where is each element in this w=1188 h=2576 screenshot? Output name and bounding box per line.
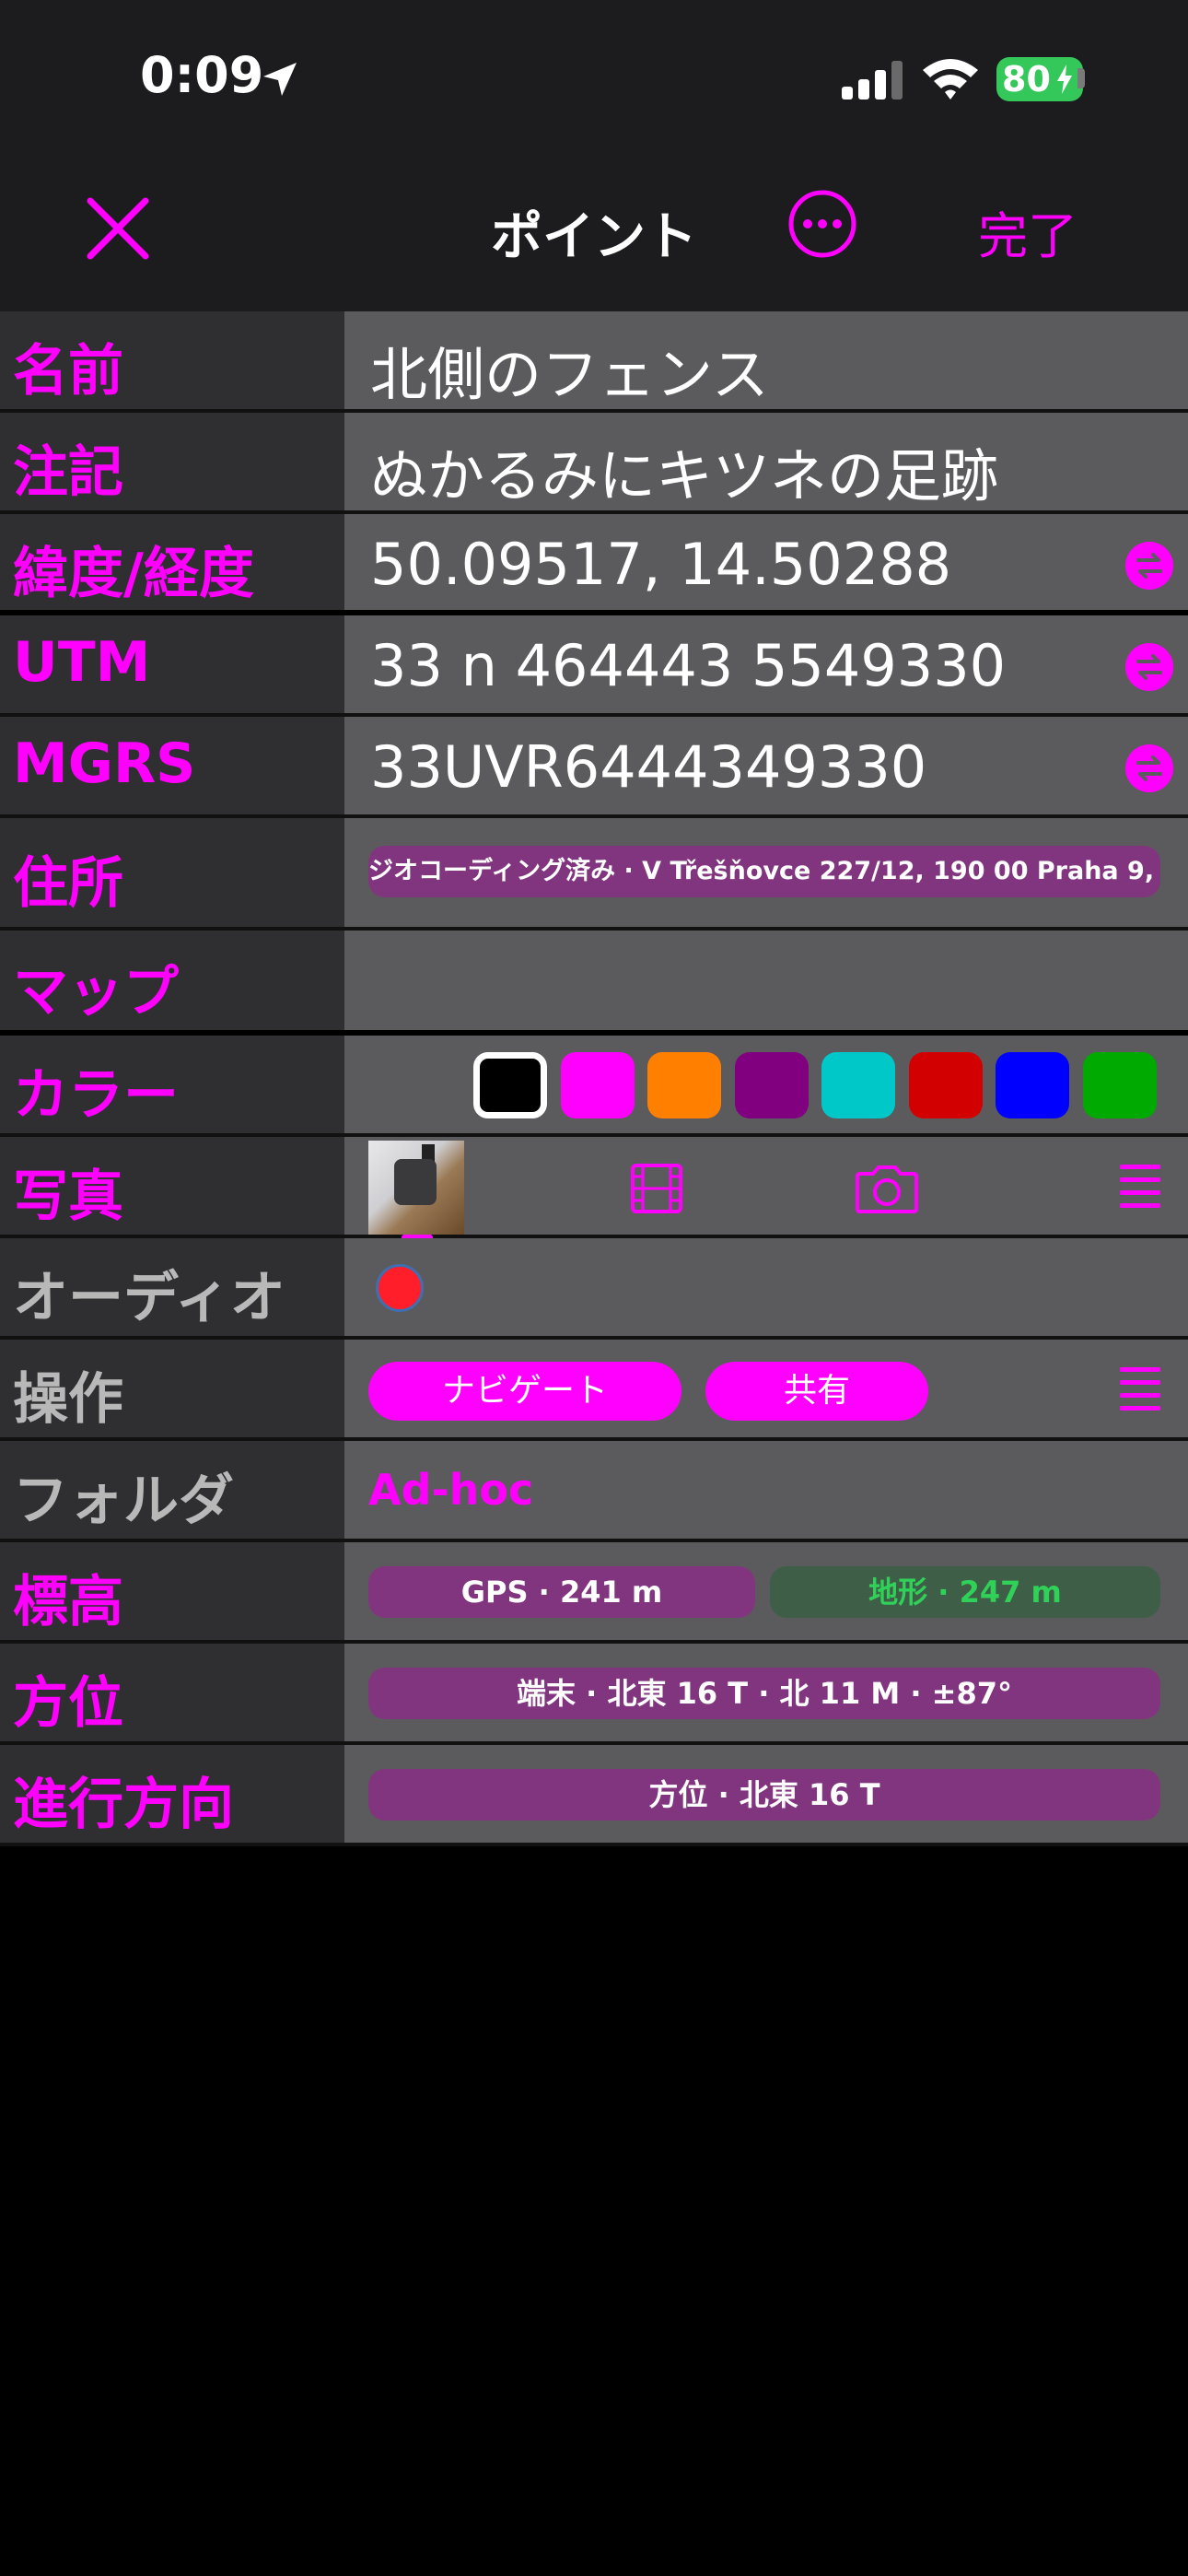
- name-label: 名前: [13, 339, 123, 404]
- actions-label: 操作: [13, 1367, 123, 1432]
- point-detail-table: 名前 北側のフェンス 注記 ぬかるみにキツネの足跡 緯度/経度 50.09517…: [0, 311, 1188, 1846]
- map-label: マップ: [13, 960, 179, 1025]
- latlon-value: 50.09517, 14.50288: [370, 531, 952, 598]
- more-options-icon[interactable]: [786, 188, 858, 260]
- battery-cap: [1077, 68, 1085, 88]
- latlon-label: 緯度/経度: [13, 542, 254, 606]
- utm-value: 33 n 464443 5549330: [370, 632, 1007, 699]
- address-label: 住所: [13, 851, 123, 916]
- note-label: 注記: [13, 440, 123, 505]
- name-field[interactable]: 北側のフェンス: [344, 311, 1188, 409]
- heading-pill[interactable]: 方位 · 北東 16 T: [368, 1769, 1160, 1821]
- convert-arrows-icon[interactable]: [1125, 744, 1173, 792]
- row-photo: 写真: [0, 1137, 1188, 1240]
- mgrs-field[interactable]: 33UVR6444349330: [344, 717, 1188, 814]
- navigate-button[interactable]: ナビゲート: [368, 1362, 681, 1421]
- row-latlon: 緯度/経度 50.09517, 14.50288: [0, 514, 1188, 615]
- color-swatch[interactable]: [473, 1052, 547, 1118]
- battery-level: 80: [1002, 59, 1051, 100]
- color-swatch[interactable]: [560, 1052, 635, 1118]
- folder-field[interactable]: Ad-hoc: [344, 1441, 1188, 1539]
- row-elevation: 標高 GPS · 241 m 地形 · 247 m: [0, 1542, 1188, 1644]
- audio-label: オーディオ: [13, 1266, 285, 1330]
- wifi-icon: [923, 59, 978, 100]
- elevation-label: 標高: [13, 1570, 123, 1634]
- folder-value: Ad-hoc: [368, 1465, 534, 1515]
- name-value: 北側のフェンス: [370, 341, 769, 408]
- row-note: 注記 ぬかるみにキツネの足跡: [0, 413, 1188, 514]
- folder-label: フォルダ: [13, 1469, 234, 1533]
- convert-arrows-icon[interactable]: [1125, 643, 1173, 691]
- actions-menu-icon[interactable]: [1120, 1365, 1160, 1413]
- color-swatch[interactable]: [908, 1052, 983, 1118]
- charging-bolt-icon: [1057, 64, 1072, 94]
- row-address: 住所 ジオコーディング済み · V Třešňovce 227/12, 190 …: [0, 818, 1188, 931]
- camera-icon[interactable]: [855, 1165, 919, 1214]
- mgrs-label: MGRS: [13, 732, 196, 796]
- note-value: ぬかるみにキツネの足跡: [370, 442, 999, 509]
- row-color: カラー: [0, 1036, 1188, 1137]
- row-name: 名前 北側のフェンス: [0, 311, 1188, 413]
- record-button[interactable]: [376, 1264, 424, 1312]
- address-pill[interactable]: ジオコーディング済み · V Třešňovce 227/12, 190 00 …: [368, 846, 1160, 897]
- navigation-bar: ポイント 完了: [0, 157, 1188, 311]
- row-folder: フォルダ Ad-hoc: [0, 1441, 1188, 1542]
- bearing-pill[interactable]: 端末 · 北東 16 T · 北 11 M · ±87°: [368, 1668, 1160, 1719]
- color-swatch[interactable]: [734, 1052, 809, 1118]
- map-field[interactable]: [344, 931, 1188, 1030]
- row-bearing: 方位 端末 · 北東 16 T · 北 11 M · ±87°: [0, 1644, 1188, 1745]
- color-swatch[interactable]: [821, 1052, 895, 1118]
- status-bar: 0:09 80: [0, 0, 1188, 157]
- mgrs-value: 33UVR6444349330: [370, 733, 927, 801]
- row-audio: オーディオ: [0, 1238, 1188, 1340]
- done-button[interactable]: 完了: [978, 195, 1077, 268]
- convert-arrows-icon[interactable]: [1125, 542, 1173, 590]
- cellular-signal-icon: [842, 61, 903, 100]
- share-button[interactable]: 共有: [705, 1362, 928, 1421]
- photo-thumbnail[interactable]: [368, 1141, 464, 1235]
- photo-label: 写真: [13, 1165, 123, 1229]
- color-swatch[interactable]: [1082, 1052, 1157, 1118]
- status-time: 0:09: [140, 46, 264, 104]
- color-label: カラー: [13, 1063, 179, 1128]
- row-actions: 操作 ナビゲート 共有: [0, 1340, 1188, 1441]
- row-utm: UTM 33 n 464443 5549330: [0, 615, 1188, 717]
- heading-label: 進行方向: [13, 1773, 234, 1837]
- location-arrow-icon: [263, 63, 297, 96]
- film-icon[interactable]: [630, 1163, 683, 1214]
- note-field[interactable]: ぬかるみにキツネの足跡: [344, 413, 1188, 510]
- utm-label: UTM: [13, 630, 151, 695]
- utm-field[interactable]: 33 n 464443 5549330: [344, 615, 1188, 713]
- gps-elevation-pill[interactable]: GPS · 241 m: [368, 1566, 755, 1618]
- bearing-label: 方位: [13, 1671, 123, 1736]
- color-picker: [344, 1036, 1188, 1133]
- color-swatch[interactable]: [996, 1052, 1069, 1118]
- latlon-field[interactable]: 50.09517, 14.50288: [344, 514, 1188, 610]
- row-map: マップ: [0, 931, 1188, 1036]
- row-mgrs: MGRS 33UVR6444349330: [0, 717, 1188, 818]
- row-heading: 進行方向 方位 · 北東 16 T: [0, 1745, 1188, 1846]
- terrain-elevation-pill[interactable]: 地形 · 247 m: [770, 1566, 1160, 1618]
- color-swatch[interactable]: [647, 1052, 721, 1118]
- photo-menu-icon[interactable]: [1120, 1163, 1160, 1211]
